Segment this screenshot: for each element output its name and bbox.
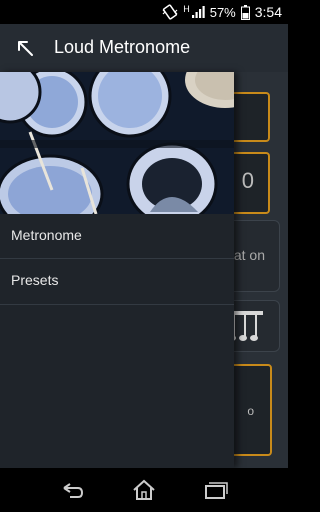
bg-toggle-text: at on: [233, 247, 265, 263]
clock: 3:54: [254, 4, 282, 20]
vibrate-icon: [162, 4, 178, 20]
app-title: Loud Metronome: [54, 37, 191, 57]
signal-icon: [191, 6, 205, 18]
drawer-item-metronome[interactable]: Metronome: [0, 214, 234, 258]
battery-percent: 57%: [209, 4, 236, 20]
system-nav-bar: [0, 468, 288, 512]
back-arrow-icon[interactable]: [14, 37, 36, 59]
battery-icon: [240, 4, 250, 20]
drum-kit-illustration: [0, 72, 234, 214]
drum-kit-header-image: [0, 72, 234, 214]
drawer-item-label: Metronome: [11, 227, 82, 243]
bg-card-value-text: 0: [241, 168, 254, 193]
status-bar: H 57% 3:54: [0, 0, 288, 24]
drawer-item-presets[interactable]: Presets: [0, 259, 234, 303]
nav-back-icon[interactable]: [60, 478, 86, 502]
music-notes-icon: [229, 311, 263, 341]
action-bar: Loud Metronome: [0, 24, 288, 72]
app-window: Loud Metronome 0 at on o Metronome Prese…: [0, 24, 288, 468]
navigation-drawer: Metronome Presets: [0, 72, 234, 468]
network-type-label: H: [183, 4, 190, 14]
divider: [0, 304, 234, 305]
nav-home-icon[interactable]: [131, 478, 157, 502]
bg-card-bottom-text: o: [247, 404, 254, 418]
drawer-item-label: Presets: [11, 272, 59, 288]
nav-recents-icon[interactable]: [203, 478, 229, 502]
